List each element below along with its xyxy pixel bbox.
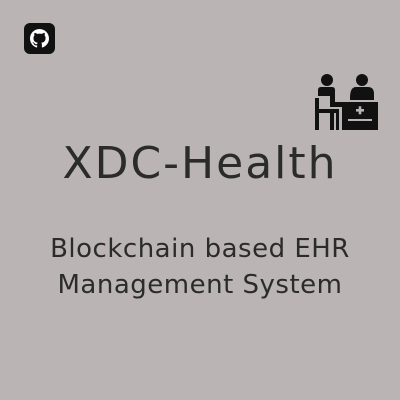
github-icon bbox=[30, 29, 49, 48]
tagline-line-2: Management System bbox=[57, 270, 343, 300]
doctor-patient-consultation-icon bbox=[312, 72, 378, 130]
page: { "header": { "github_icon": "github-ico… bbox=[0, 0, 400, 400]
github-link[interactable] bbox=[24, 23, 55, 54]
app-title: XDC-Health bbox=[62, 138, 338, 189]
tagline-line-1: Blockchain based EHR bbox=[50, 234, 350, 264]
